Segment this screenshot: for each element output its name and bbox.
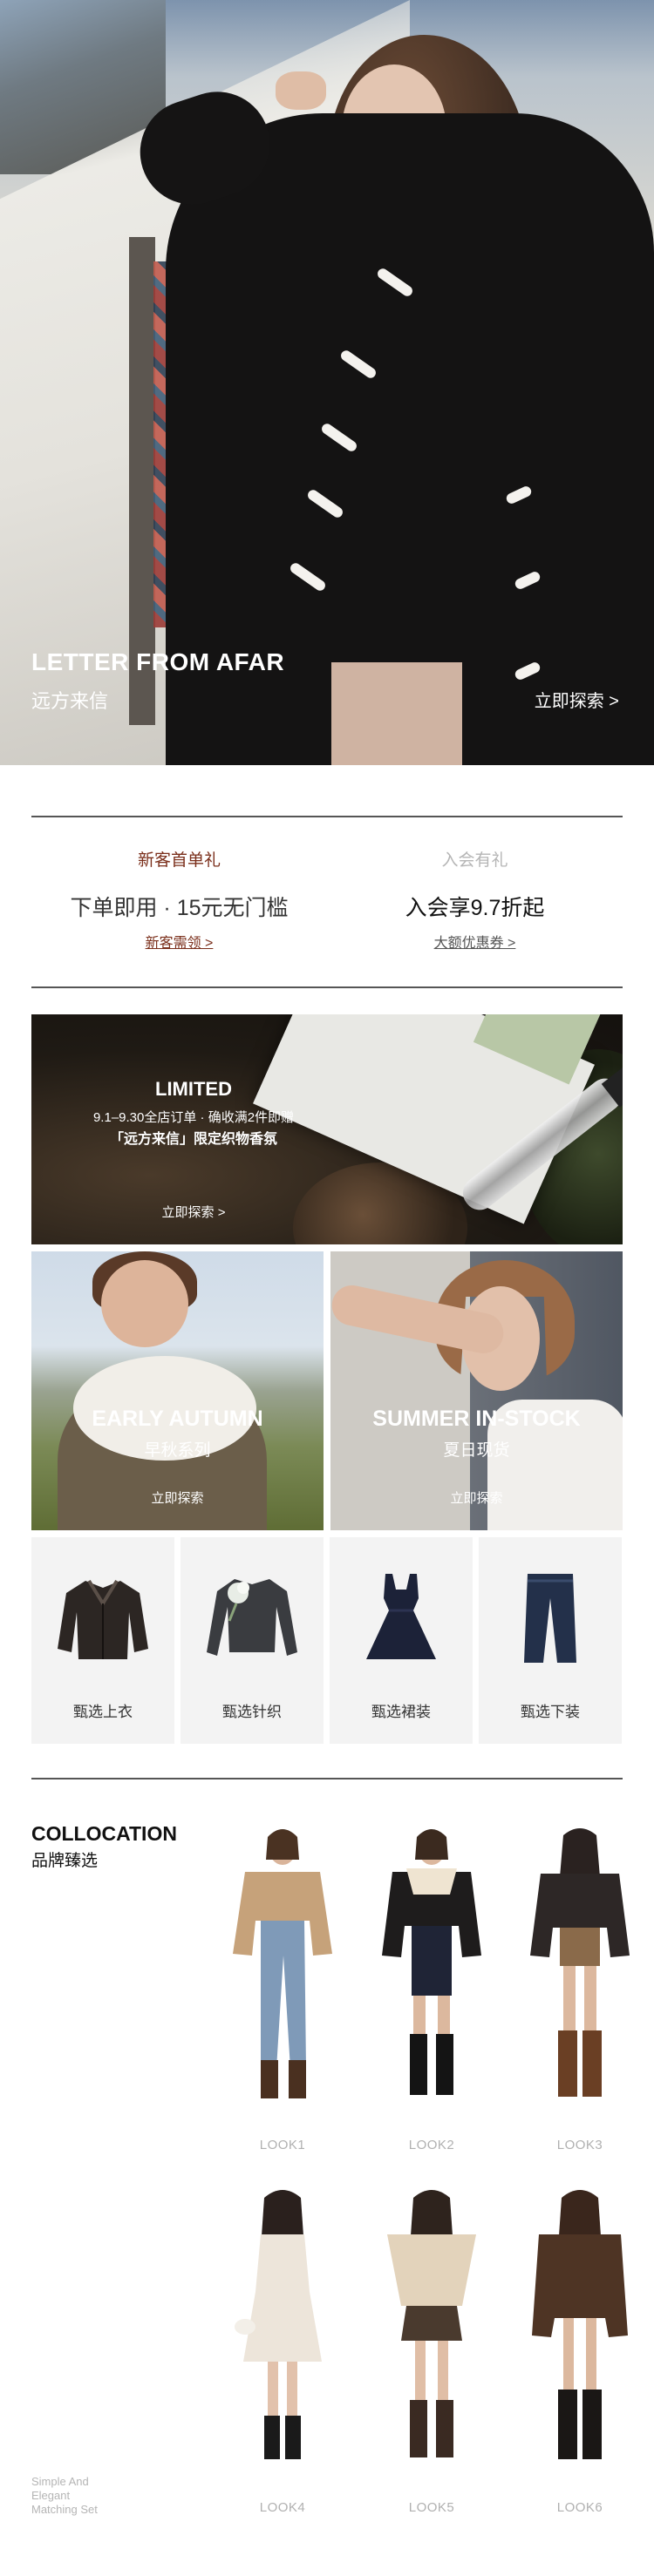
limited-explore-link[interactable]: 立即探索 > (63, 1203, 324, 1221)
limited-promo-text: 9.1–9.30全店订单 · 确收满2件即赠 (92, 1110, 295, 1125)
summer-in-stock-tile[interactable]: SUMMER IN-STOCK 夏日现货 立即探索 (330, 1251, 623, 1530)
season-explore-link[interactable]: 立即探索 (31, 1488, 324, 1507)
collocation-title: COLLOCATION (31, 1822, 177, 1845)
tagline-line: Simple And (31, 2475, 89, 2488)
look-label: LOOK6 (556, 2500, 603, 2515)
season-title: SUMMER IN-STOCK (372, 1407, 581, 1431)
member-benefit: 入会有礼 入会享9.7折起 大额优惠券 > (327, 847, 623, 952)
model-face (101, 1260, 188, 1347)
look-card[interactable]: LOOK5 (366, 2187, 497, 2515)
hero-title: LETTER FROM AFAR (31, 648, 285, 675)
outfit-figure (387, 2190, 476, 2457)
collocation-subtitle: 品牌臻选 (31, 1852, 99, 1870)
outfit-figure (532, 2190, 628, 2459)
outfit-figure (235, 2190, 322, 2459)
look-card[interactable]: LOOK6 (514, 2187, 645, 2515)
category-label: 甄选针织 (222, 1704, 282, 1720)
look-label: LOOK2 (408, 2138, 455, 2152)
divider (31, 1778, 623, 1779)
tagline-line: Matching Set (31, 2503, 98, 2516)
category-label: 甄选下装 (521, 1704, 580, 1720)
season-subtitle: 夏日现货 (443, 1441, 510, 1460)
season-subtitle: 早秋系列 (144, 1441, 211, 1460)
look-label: LOOK4 (259, 2500, 306, 2515)
model-hand (276, 71, 326, 110)
category-label: 甄选上衣 (73, 1704, 133, 1720)
divider (31, 986, 623, 988)
dress-icon (366, 1574, 436, 1659)
benefit-description: 下单即用 · 15元无门槛 (70, 896, 289, 920)
outfit-figure (382, 1829, 481, 2095)
look-card[interactable]: LOOK4 (217, 2187, 348, 2515)
look-card[interactable]: LOOK1 (217, 1825, 348, 2152)
category-tops[interactable]: 甄选上衣 (31, 1537, 174, 1744)
look-label: LOOK3 (556, 2138, 603, 2152)
outfit-figure (233, 1829, 332, 2098)
knit-top-icon (207, 1579, 297, 1656)
category-label: 甄选裙装 (371, 1704, 431, 1720)
collocation-tagline: Simple And Elegant Matching Set (31, 2475, 136, 2517)
claim-coupon-link[interactable]: 新客需领 > (146, 931, 214, 952)
look-label: LOOK5 (408, 2500, 455, 2515)
benefit-description: 入会享9.7折起 (405, 896, 545, 920)
limited-gift-name: 「远方来信」限定织物香氛 (109, 1132, 277, 1147)
jacket-icon (58, 1579, 148, 1659)
category-bottoms[interactable]: 甄选下装 (479, 1537, 622, 1744)
hero-subtitle: 远方来信 (31, 690, 109, 712)
divider (31, 816, 623, 817)
new-customer-benefit: 新客首单礼 下单即用 · 15元无门槛 新客需领 > (31, 847, 327, 952)
outfit-figure (530, 1828, 630, 2097)
look-card[interactable]: LOOK3 (514, 1825, 645, 2152)
hero-explore-link[interactable]: 立即探索 > (535, 687, 619, 712)
jeans-icon (524, 1574, 576, 1663)
benefit-label: 入会有礼 (441, 851, 508, 870)
limited-gift-banner[interactable]: LIMITED 9.1–9.30全店订单 · 确收满2件即赠 「远方来信」限定织… (31, 1014, 623, 1244)
season-title: EARLY AUTUMN (92, 1407, 263, 1431)
tagline-line: Elegant (31, 2489, 71, 2502)
hero-banner[interactable]: LETTER FROM AFAR 远方来信 立即探索 > (0, 0, 654, 765)
category-knitwear[interactable]: 甄选针织 (181, 1537, 324, 1744)
early-autumn-tile[interactable]: EARLY AUTUMN 早秋系列 立即探索 (31, 1251, 324, 1530)
season-explore-link[interactable]: 立即探索 (330, 1488, 623, 1507)
benefit-label: 新客首单礼 (137, 851, 221, 870)
model-legs (331, 662, 462, 765)
limited-title: LIMITED (155, 1078, 232, 1100)
member-coupon-link[interactable]: 大额优惠券 > (434, 931, 516, 952)
category-dresses[interactable]: 甄选裙装 (330, 1537, 473, 1744)
look-label: LOOK1 (259, 2138, 306, 2152)
look-card[interactable]: LOOK2 (366, 1825, 497, 2152)
